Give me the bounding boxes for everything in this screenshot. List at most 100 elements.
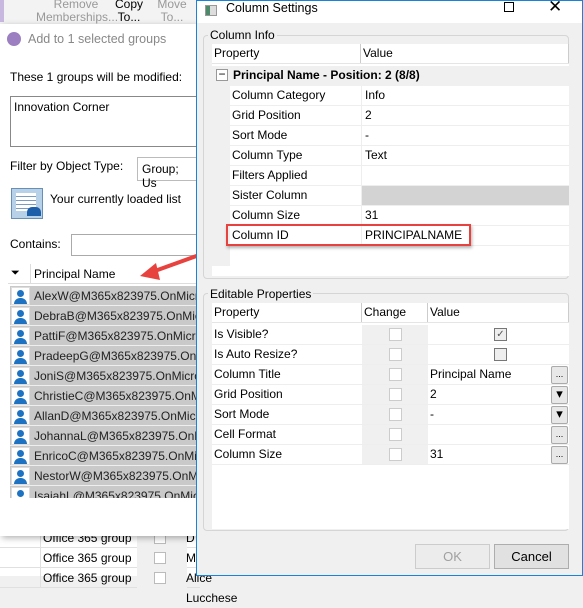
editable-row[interactable]: Grid Position 2 ▾ bbox=[212, 385, 569, 405]
info-row[interactable]: Sister Column bbox=[230, 186, 569, 206]
principal-name-header[interactable]: Principal Name bbox=[30, 264, 115, 284]
checked-checkbox[interactable]: ✓ bbox=[494, 328, 507, 341]
title-bar: Column Settings ✕ bbox=[197, 0, 582, 23]
principal-row[interactable]: NestorW@M365x823975.OnMicrosoft.com bbox=[10, 466, 196, 486]
change-cell bbox=[362, 405, 428, 424]
name-cell: M bbox=[186, 551, 196, 565]
principal-row[interactable]: PattiF@M365x823975.OnMicrosoft.com bbox=[10, 326, 196, 346]
column-info-label: Column Info bbox=[208, 28, 277, 42]
info-row[interactable]: Sort Mode - bbox=[230, 126, 569, 146]
background-row[interactable]: Office 365 group M bbox=[0, 548, 200, 568]
property-cell: Is Visible? bbox=[214, 327, 269, 341]
principal-row[interactable]: IsaiahL@M365x823975.OnMicrosoft.com bbox=[10, 486, 196, 498]
dropdown-button[interactable]: ▾ bbox=[551, 406, 568, 424]
property-cell: Sister Column bbox=[232, 188, 308, 202]
principal-name: AllanD@M365x823975.OnMicrosoft.com bbox=[34, 409, 196, 423]
contains-label: Contains: bbox=[10, 237, 61, 251]
collapse-icon[interactable]: − bbox=[216, 68, 228, 81]
principal-row[interactable]: ChristieC@M365x823975.OnMicrosoft.com bbox=[10, 386, 196, 406]
info-row[interactable]: Column Size 31 bbox=[230, 206, 569, 226]
ellipsis-button[interactable]: ... bbox=[551, 366, 568, 384]
editable-row[interactable]: Sort Mode - ▾ bbox=[212, 405, 569, 425]
editable-row[interactable]: Column Title Principal Name... bbox=[212, 365, 569, 385]
dialog-title: Column Settings bbox=[226, 1, 318, 15]
section-row[interactable]: − Principal Name - Position: 2 (8/8) bbox=[212, 66, 569, 86]
dialog-title: Add to 1 selected groups bbox=[28, 32, 167, 46]
change-cell bbox=[362, 365, 428, 384]
property-cell: Cell Format bbox=[214, 427, 277, 441]
filter-icon[interactable]: ⏷ bbox=[11, 267, 20, 280]
cancel-button[interactable]: Cancel bbox=[494, 544, 569, 569]
change-checkbox[interactable] bbox=[389, 348, 402, 361]
principal-name: AlexW@M365x823975.OnMicrosoft.com bbox=[34, 289, 196, 303]
value-cell: 2 bbox=[361, 106, 372, 125]
value-cell: - bbox=[361, 126, 369, 145]
change-cell bbox=[362, 325, 428, 344]
loaded-list-icon[interactable] bbox=[11, 188, 43, 219]
change-header[interactable]: Change bbox=[362, 303, 428, 322]
change-checkbox[interactable] bbox=[389, 428, 402, 441]
property-cell: Sort Mode bbox=[214, 407, 270, 421]
background-row[interactable]: Office 365 group Alice Lucchese bbox=[0, 568, 237, 605]
user-icon bbox=[11, 427, 30, 445]
close-button[interactable]: ✕ bbox=[548, 0, 562, 17]
object-type-select[interactable]: Group; Us bbox=[137, 157, 199, 190]
user-icon bbox=[11, 307, 30, 325]
checkbox[interactable] bbox=[154, 572, 166, 584]
ellipsis-button[interactable]: ... bbox=[551, 426, 568, 444]
value-cell[interactable]: 31 bbox=[430, 445, 443, 464]
value-cell: Text bbox=[361, 146, 387, 165]
dropdown-button[interactable]: ▾ bbox=[551, 386, 568, 404]
ellipsis-button[interactable]: ... bbox=[551, 446, 568, 464]
property-header[interactable]: Property bbox=[212, 303, 362, 322]
property-header[interactable]: Property bbox=[212, 44, 361, 63]
value-cell[interactable]: 2 bbox=[430, 385, 437, 404]
info-row[interactable]: Column ID PRINCIPALNAME bbox=[226, 224, 569, 246]
editable-row[interactable]: Column Size 31... bbox=[212, 445, 569, 465]
unchecked-checkbox[interactable] bbox=[494, 348, 507, 361]
principal-name: NestorW@M365x823975.OnMicrosoft.com bbox=[34, 469, 196, 483]
principal-row[interactable]: AllanD@M365x823975.OnMicrosoft.com bbox=[10, 406, 196, 426]
principal-row[interactable]: PradeepG@M365x823975.OnMicrosoft.com bbox=[10, 346, 196, 366]
change-checkbox[interactable] bbox=[389, 368, 402, 381]
ok-button[interactable]: OK bbox=[415, 544, 490, 569]
editable-row[interactable]: Is Auto Resize? bbox=[212, 345, 569, 365]
change-cell bbox=[362, 425, 428, 444]
move-to-button[interactable]: Move To... bbox=[152, 0, 192, 24]
checkbox[interactable] bbox=[154, 552, 166, 564]
user-icon bbox=[11, 347, 30, 365]
value-cell[interactable]: - bbox=[430, 405, 434, 424]
editable-row[interactable]: Cell Format... bbox=[212, 425, 569, 445]
change-checkbox[interactable] bbox=[389, 388, 402, 401]
info-row[interactable]: Filters Applied bbox=[230, 166, 569, 186]
maximize-button[interactable] bbox=[504, 2, 514, 12]
principal-row[interactable]: EnricoC@M365x823975.OnMicrosoft.com bbox=[10, 446, 196, 466]
remove-memberships-button[interactable]: Remove Memberships... bbox=[36, 0, 118, 24]
principal-row[interactable]: DebraB@M365x823975.OnMicrosoft.com bbox=[10, 306, 196, 326]
property-cell: Grid Position bbox=[214, 387, 283, 401]
principal-row[interactable]: JohannaL@M365x823975.OnMicrosoft.com bbox=[10, 426, 196, 446]
principal-name: PattiF@M365x823975.OnMicrosoft.com bbox=[34, 329, 196, 343]
principal-row[interactable]: AlexW@M365x823975.OnMicrosoft.com bbox=[10, 286, 196, 306]
editable-properties-label: Editable Properties bbox=[208, 287, 314, 301]
principal-row[interactable]: JoniS@M365x823975.OnMicrosoft.com bbox=[10, 366, 196, 386]
change-cell bbox=[362, 385, 428, 404]
filter-label: Filter by Object Type: bbox=[10, 159, 124, 173]
info-row[interactable]: Column Category Info bbox=[230, 86, 569, 106]
groups-textarea[interactable]: Innovation Corner bbox=[10, 96, 200, 147]
copy-to-button[interactable]: Copy To... bbox=[112, 0, 146, 24]
info-row[interactable]: Grid Position 2 bbox=[230, 106, 569, 126]
info-row[interactable]: Column Type Text bbox=[230, 146, 569, 166]
change-checkbox[interactable] bbox=[389, 448, 402, 461]
principal-name: JoniS@M365x823975.OnMicrosoft.com bbox=[34, 369, 196, 383]
value-header[interactable]: Value bbox=[361, 44, 569, 63]
background-grid: Office 365 group D Office 365 group M Offi… bbox=[0, 528, 237, 605]
user-icon bbox=[11, 447, 30, 465]
value-cell[interactable]: Principal Name bbox=[430, 365, 511, 384]
group-icon bbox=[7, 32, 21, 46]
editable-row[interactable]: Is Visible? ✓ bbox=[212, 325, 569, 345]
change-checkbox[interactable] bbox=[389, 328, 402, 341]
change-checkbox[interactable] bbox=[389, 408, 402, 421]
value-header[interactable]: Value bbox=[428, 303, 569, 322]
value-cell: Info bbox=[361, 86, 385, 105]
